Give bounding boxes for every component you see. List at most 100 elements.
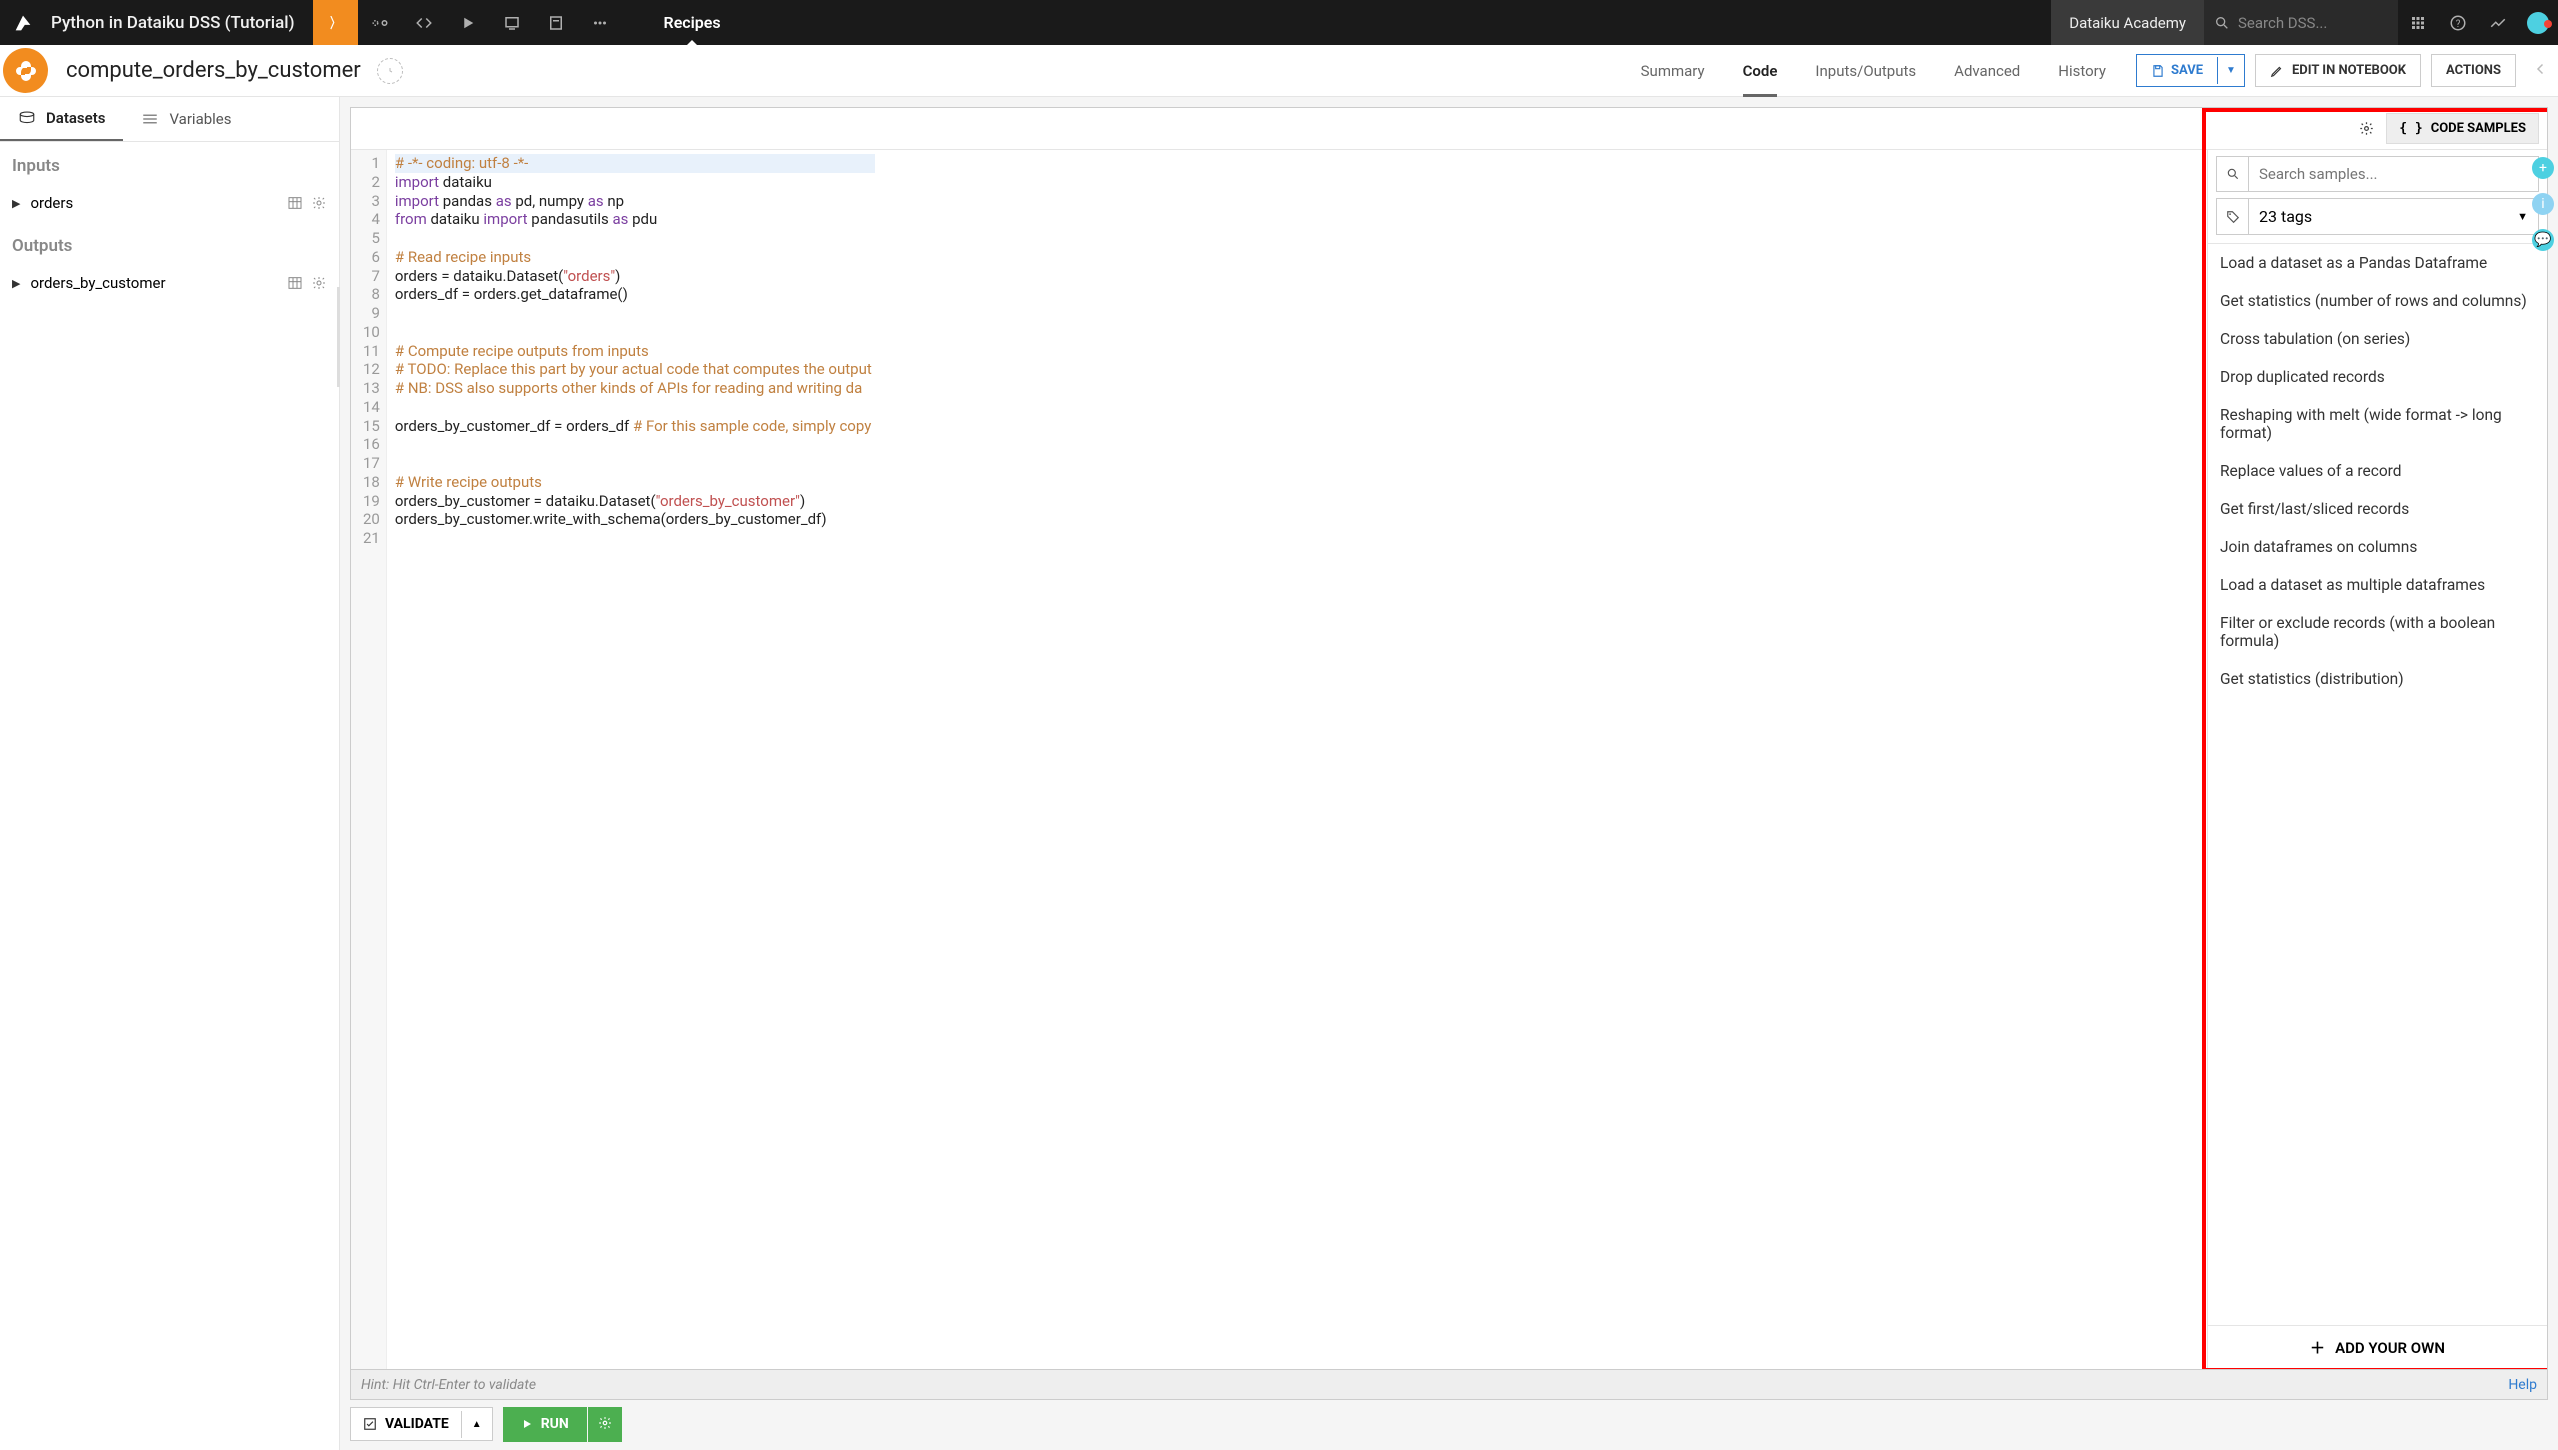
sidebar-tab-variables[interactable]: Variables <box>123 97 249 141</box>
code-lines[interactable]: # -*- coding: utf-8 -*-import dataikuimp… <box>387 150 883 1369</box>
run-button-group: RUN <box>503 1407 622 1442</box>
dataiku-logo[interactable] <box>0 12 45 34</box>
sample-item[interactable]: Filter or exclude records (with a boolea… <box>2208 604 2547 660</box>
samples-search-input[interactable] <box>2249 157 2538 191</box>
tab-history[interactable]: History <box>2058 46 2106 96</box>
tab-advanced[interactable]: Advanced <box>1954 46 2020 96</box>
code-icon[interactable] <box>402 0 446 45</box>
recipe-history-icon[interactable] <box>377 58 403 84</box>
search-icon <box>2214 15 2230 31</box>
recipe-subnav: compute_orders_by_customer Summary Code In… <box>0 45 2558 97</box>
academy-link[interactable]: Dataiku Academy <box>2051 0 2204 45</box>
actions-button[interactable]: ACTIONS <box>2431 54 2516 87</box>
tab-inputs-outputs[interactable]: Inputs/Outputs <box>1815 46 1916 96</box>
samples-tags-dropdown[interactable]: 23 tags ▼ <box>2216 198 2539 235</box>
user-avatar[interactable] <box>2518 12 2558 34</box>
add-your-own-button[interactable]: ＋ ADD YOUR OWN <box>2208 1325 2547 1369</box>
actions-button-label: ACTIONS <box>2446 63 2501 78</box>
inputs-header: Inputs <box>0 142 339 184</box>
rail-info-icon[interactable]: i <box>2532 193 2554 215</box>
editor-body: 123456789101112131415161718192021 # -*- … <box>351 150 2547 1369</box>
editor-settings-icon[interactable] <box>2352 115 2380 143</box>
editor-area: { } CODE SAMPLES 12345678910111213141516… <box>340 97 2558 1450</box>
table-icon[interactable] <box>287 275 303 291</box>
validate-label: VALIDATE <box>385 1416 449 1432</box>
page-icon[interactable] <box>534 0 578 45</box>
run-icon[interactable] <box>446 0 490 45</box>
pencil-icon <box>2270 64 2284 78</box>
recipe-type-tile[interactable] <box>313 0 358 45</box>
recipe-title: compute_orders_by_customer <box>66 58 361 83</box>
save-caret[interactable]: ▼ <box>2217 57 2244 84</box>
gear-icon[interactable] <box>311 275 327 291</box>
edit-in-notebook-button[interactable]: EDIT IN NOTEBOOK <box>2255 54 2421 87</box>
run-settings-button[interactable] <box>588 1407 622 1442</box>
plus-icon: ＋ <box>2310 1337 2325 1358</box>
rail-add-icon[interactable]: + <box>2532 157 2554 179</box>
sample-item[interactable]: Join dataframes on columns <box>2208 528 2547 566</box>
gear-icon[interactable] <box>311 195 327 211</box>
validate-button[interactable]: VALIDATE ▲ <box>350 1407 493 1441</box>
help-link[interactable]: Help <box>2508 1377 2537 1393</box>
save-button-label: SAVE <box>2171 63 2203 78</box>
project-title[interactable]: Python in Dataiku DSS (Tutorial) <box>45 13 313 33</box>
hint-text: Hint: Hit Ctrl-Enter to validate <box>361 1377 536 1393</box>
dataset-row[interactable]: ▶ orders_by_customer <box>0 264 339 302</box>
play-icon <box>521 1418 533 1430</box>
check-icon <box>363 1417 377 1431</box>
editor-topbar: { } CODE SAMPLES <box>351 108 2547 150</box>
datasets-icon <box>18 111 36 125</box>
tags-count-label: 23 tags <box>2249 199 2507 234</box>
topnav-right: Dataiku Academy ? <box>2051 0 2558 45</box>
dataset-row[interactable]: ▶ orders <box>0 184 339 222</box>
code-editor[interactable]: 123456789101112131415161718192021 # -*- … <box>351 150 2207 1369</box>
sidebar-tab-datasets[interactable]: Datasets <box>0 97 123 141</box>
main-area: Datasets Variables Inputs ▶ orders Outpu… <box>0 97 2558 1450</box>
sample-item[interactable]: Cross tabulation (on series) <box>2208 320 2547 358</box>
sample-item[interactable]: Get statistics (distribution) <box>2208 660 2547 698</box>
save-icon <box>2151 64 2165 78</box>
nav-icon-row <box>358 0 622 45</box>
sample-item[interactable]: Load a dataset as multiple dataframes <box>2208 566 2547 604</box>
dataset-name: orders <box>30 194 287 212</box>
trend-icon[interactable] <box>2478 0 2518 45</box>
apps-icon[interactable] <box>2398 0 2438 45</box>
recipe-action-buttons: SAVE ▼ EDIT IN NOTEBOOK ACTIONS <box>2136 54 2516 87</box>
help-icon[interactable]: ? <box>2438 0 2478 45</box>
flow-icon[interactable] <box>358 0 402 45</box>
validate-caret[interactable]: ▲ <box>461 1411 492 1438</box>
code-samples-label: CODE SAMPLES <box>2431 121 2526 136</box>
tag-icon <box>2217 199 2249 234</box>
rail-chat-icon[interactable]: 💬 <box>2532 229 2554 251</box>
sample-item[interactable]: Get first/last/sliced records <box>2208 490 2547 528</box>
tab-code[interactable]: Code <box>1743 46 1778 96</box>
collapse-right-icon[interactable] <box>2532 60 2550 82</box>
sidebar-tab-datasets-label: Datasets <box>46 109 105 127</box>
tab-summary[interactable]: Summary <box>1641 46 1705 96</box>
sample-item[interactable]: Drop duplicated records <box>2208 358 2547 396</box>
breadcrumb-recipes[interactable]: Recipes <box>664 13 721 32</box>
sample-item[interactable]: Reshaping with melt (wide format -> long… <box>2208 396 2547 452</box>
global-search-input[interactable] <box>2238 14 2388 32</box>
dataset-name: orders_by_customer <box>30 274 287 292</box>
chevron-right-icon: ▶ <box>12 197 20 210</box>
save-button[interactable]: SAVE ▼ <box>2136 54 2245 87</box>
sample-item[interactable]: Get statistics (number of rows and colum… <box>2208 282 2547 320</box>
braces-icon: { } <box>2399 121 2422 136</box>
hint-bar: Hint: Hit Ctrl-Enter to validate Help <box>350 1370 2548 1400</box>
add-own-label: ADD YOUR OWN <box>2335 1339 2445 1357</box>
sample-item[interactable]: Load a dataset as a Pandas Dataframe <box>2208 244 2547 282</box>
dashboard-icon[interactable] <box>490 0 534 45</box>
code-samples-button[interactable]: { } CODE SAMPLES <box>2386 113 2539 144</box>
line-gutter: 123456789101112131415161718192021 <box>351 150 387 1369</box>
outputs-header: Outputs <box>0 222 339 264</box>
sidebar-tab-variables-label: Variables <box>169 110 231 128</box>
table-icon[interactable] <box>287 195 303 211</box>
run-button[interactable]: RUN <box>503 1407 587 1442</box>
more-icon[interactable] <box>578 0 622 45</box>
top-nav: Python in Dataiku DSS (Tutorial) Recipes… <box>0 0 2558 45</box>
global-search[interactable] <box>2204 0 2398 45</box>
notification-dot <box>2544 20 2552 28</box>
sample-item[interactable]: Replace values of a record <box>2208 452 2547 490</box>
samples-search-row <box>2216 156 2539 192</box>
